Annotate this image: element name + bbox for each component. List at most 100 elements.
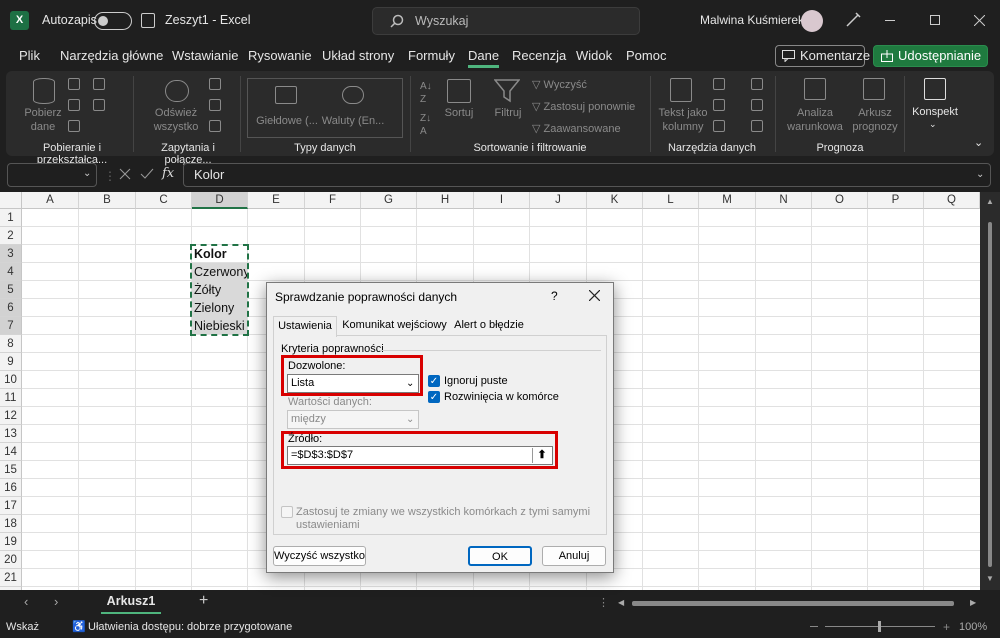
outline-button[interactable]: Konspekt: [906, 105, 964, 119]
column-header[interactable]: B: [79, 192, 136, 209]
source-input[interactable]: =$D$3:$D$7: [287, 446, 553, 465]
stocks-button[interactable]: Giełdowe (...: [254, 114, 320, 128]
maximize-icon[interactable]: [930, 15, 940, 25]
row-header[interactable]: 20: [0, 551, 22, 569]
column-header[interactable]: G: [361, 192, 417, 209]
column-header[interactable]: D: [192, 192, 248, 209]
get-data-button[interactable]: Pobierz dane: [20, 106, 66, 134]
column-header[interactable]: H: [417, 192, 474, 209]
accessibility-status[interactable]: Ułatwienia dostępu: dobrze przygotowane: [88, 621, 292, 633]
zoom-level[interactable]: 100%: [959, 621, 987, 633]
scroll-left-icon[interactable]: ◀: [618, 598, 624, 607]
refresh-all-button[interactable]: Odśwież wszystko: [146, 106, 206, 134]
column-header[interactable]: I: [474, 192, 530, 209]
pen-icon[interactable]: [845, 12, 861, 28]
row-header[interactable]: 21: [0, 569, 22, 587]
autosave-toggle[interactable]: [94, 12, 132, 30]
in-cell-dropdown-checkbox[interactable]: ✓: [428, 391, 440, 403]
confirm-entry-icon[interactable]: [140, 168, 154, 180]
column-header[interactable]: C: [136, 192, 192, 209]
column-header[interactable]: J: [530, 192, 587, 209]
prev-sheet-icon[interactable]: ‹: [24, 594, 28, 609]
menu-formulas[interactable]: Formuły: [408, 48, 455, 63]
data-model-icon[interactable]: [751, 120, 763, 132]
menu-page-layout[interactable]: Układ strony: [322, 48, 394, 63]
clear-filter-button[interactable]: ▽ Wyczyść: [532, 78, 587, 92]
cancel-entry-icon[interactable]: [119, 168, 131, 180]
edit-links-icon[interactable]: [209, 120, 221, 132]
row-header[interactable]: 4: [0, 263, 22, 281]
row-header[interactable]: 18: [0, 515, 22, 533]
dialog-close-icon[interactable]: [589, 290, 600, 301]
row-header[interactable]: 12: [0, 407, 22, 425]
advanced-filter-button[interactable]: ▽ Zaawansowane: [532, 122, 621, 136]
row-header[interactable]: 14: [0, 443, 22, 461]
formula-input[interactable]: Kolor ⌄: [183, 163, 991, 187]
row-header[interactable]: 8: [0, 335, 22, 353]
zoom-in-icon[interactable]: +: [943, 620, 950, 634]
menu-draw[interactable]: Rysowanie: [248, 48, 312, 63]
column-header[interactable]: F: [305, 192, 361, 209]
data-types-gallery[interactable]: [247, 78, 403, 138]
menu-file[interactable]: Plik: [19, 48, 40, 63]
table-range-icon[interactable]: [68, 120, 80, 132]
sort-button[interactable]: Sortuj: [440, 106, 478, 120]
row-header[interactable]: 2: [0, 227, 22, 245]
minimize-icon[interactable]: [885, 20, 895, 21]
ignore-blank-label[interactable]: Ignoruj puste: [444, 375, 508, 387]
row-header[interactable]: 16: [0, 479, 22, 497]
column-header[interactable]: L: [643, 192, 699, 209]
ribbon-collapse-icon[interactable]: ⌄: [974, 136, 983, 149]
ok-button[interactable]: OK: [468, 546, 532, 566]
row-header[interactable]: 1: [0, 209, 22, 227]
flash-fill-icon[interactable]: [713, 78, 725, 90]
vertical-scrollbar[interactable]: ▲ ▼: [980, 192, 1000, 590]
text-to-columns-button[interactable]: Tekst jako kolumny: [655, 106, 711, 134]
row-header[interactable]: 17: [0, 497, 22, 515]
queries-icon[interactable]: [209, 78, 221, 90]
row-header[interactable]: 10: [0, 371, 22, 389]
relationships-icon[interactable]: [751, 99, 763, 111]
tab-error-alert[interactable]: Alert o błędzie: [452, 316, 526, 336]
row-header[interactable]: 11: [0, 389, 22, 407]
remove-duplicates-icon[interactable]: [713, 99, 725, 111]
column-header[interactable]: M: [699, 192, 756, 209]
forecast-sheet-button[interactable]: Arkusz prognozy: [848, 106, 902, 134]
allow-select[interactable]: Lista ⌄: [287, 374, 419, 393]
next-sheet-icon[interactable]: ›: [54, 594, 58, 609]
menu-home[interactable]: Narzędzia główne: [60, 48, 163, 63]
add-sheet-icon[interactable]: +: [199, 592, 208, 610]
menu-review[interactable]: Recenzja: [512, 48, 566, 63]
column-header[interactable]: A: [22, 192, 79, 209]
zoom-out-icon[interactable]: [810, 626, 818, 627]
horizontal-scroll-thumb[interactable]: [632, 601, 954, 606]
column-header[interactable]: N: [756, 192, 812, 209]
share-button[interactable]: Udostępnianie: [873, 45, 988, 67]
search-box[interactable]: Wyszukaj: [372, 7, 640, 35]
clear-all-button[interactable]: Wyczyść wszystko: [273, 546, 366, 566]
ignore-blank-checkbox[interactable]: ✓: [428, 375, 440, 387]
menu-help[interactable]: Pomoc: [626, 48, 666, 63]
row-header[interactable]: 7: [0, 317, 22, 335]
expand-formula-icon[interactable]: ⌄: [976, 164, 984, 186]
insert-function-icon[interactable]: fx: [162, 166, 174, 181]
web-icon[interactable]: [68, 99, 80, 111]
help-icon[interactable]: ?: [551, 289, 558, 303]
row-header[interactable]: 6: [0, 299, 22, 317]
row-header[interactable]: 13: [0, 425, 22, 443]
sort-za-icon[interactable]: Z↓ A: [420, 112, 431, 138]
consolidate-icon[interactable]: [751, 78, 763, 90]
properties-icon[interactable]: [209, 99, 221, 111]
filter-button[interactable]: Filtruj: [488, 106, 528, 120]
existing-connections-icon[interactable]: [93, 99, 105, 111]
name-box[interactable]: ⌄: [7, 163, 97, 187]
column-header[interactable]: P: [868, 192, 924, 209]
column-header[interactable]: O: [812, 192, 868, 209]
cancel-button[interactable]: Anuluj: [542, 546, 606, 566]
comments-button[interactable]: Komentarze: [775, 45, 870, 67]
select-all-corner[interactable]: [0, 192, 22, 209]
close-icon[interactable]: [974, 15, 985, 26]
row-header[interactable]: 9: [0, 353, 22, 371]
column-header[interactable]: K: [587, 192, 643, 209]
user-name[interactable]: Malwina Kuśmierek: [700, 13, 804, 27]
